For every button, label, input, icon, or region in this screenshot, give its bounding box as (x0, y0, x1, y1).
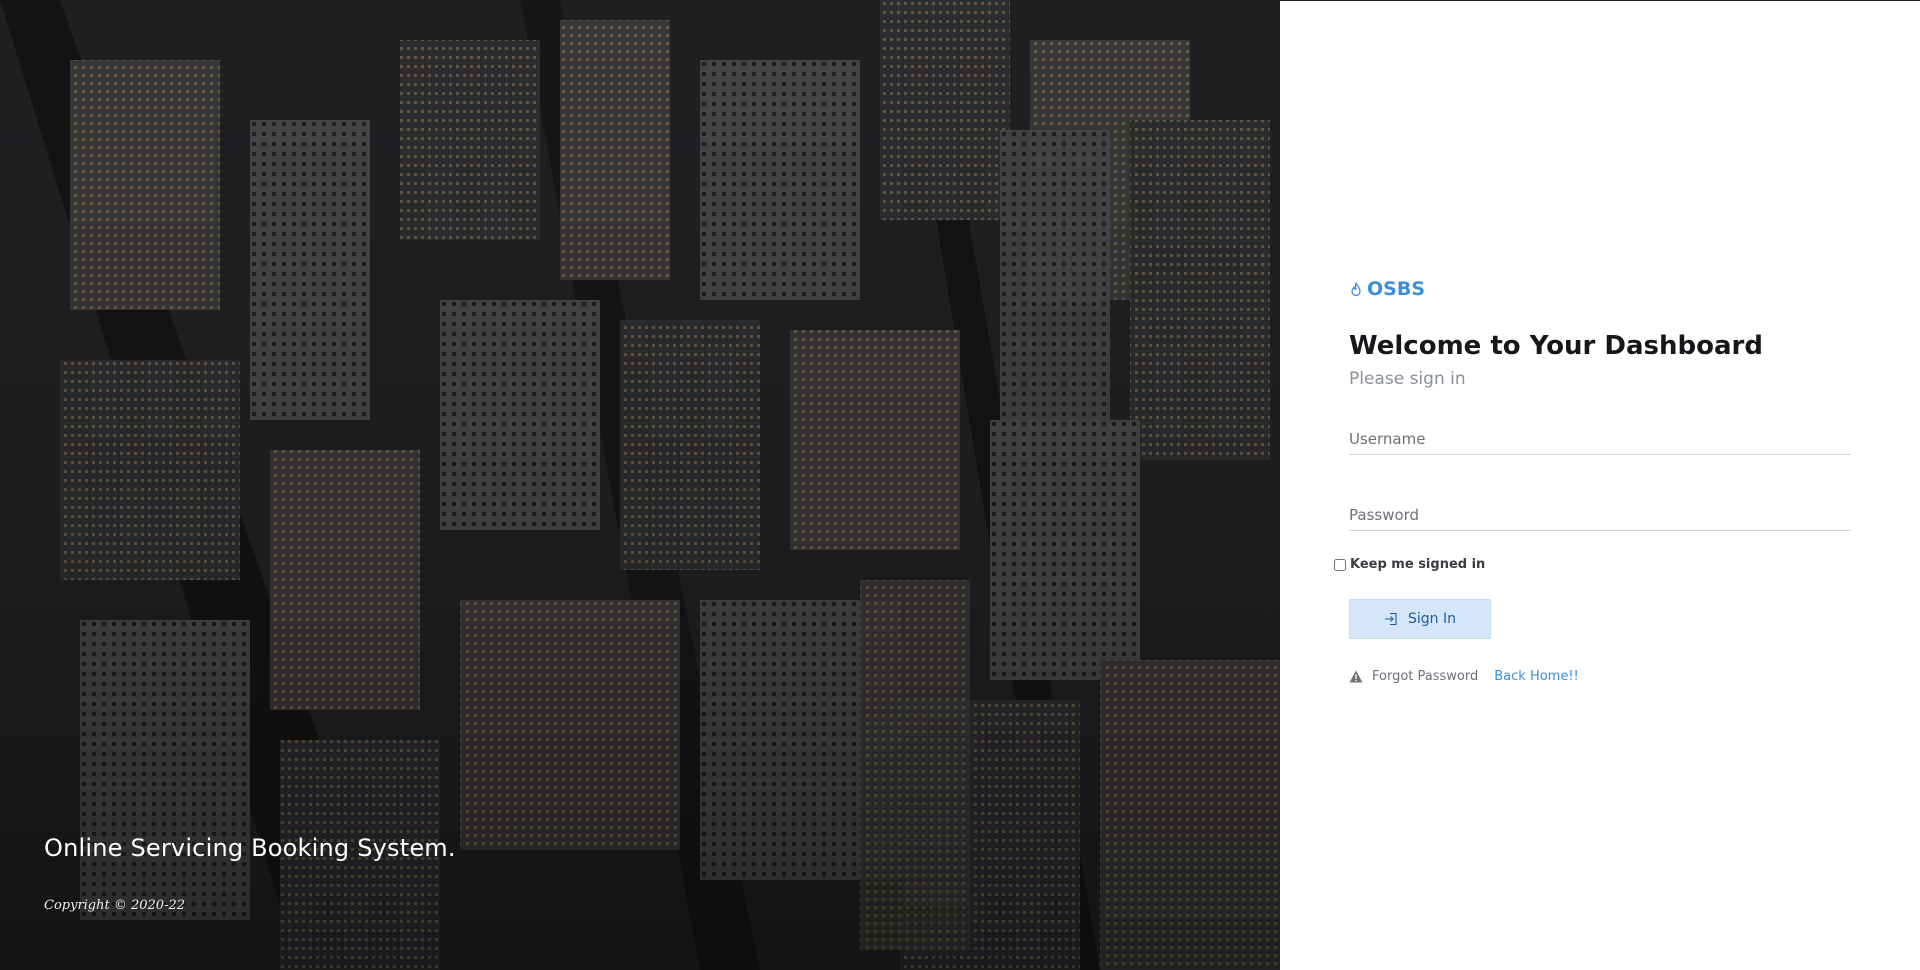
hero-panel: Online Servicing Booking System. Copyrig… (0, 0, 1280, 970)
login-form: OSBS Welcome to Your Dashboard Please si… (1334, 277, 1851, 684)
brand-logo: OSBS (1349, 277, 1851, 301)
remember-label: Keep me signed in (1350, 557, 1486, 572)
auth-links: Forgot Password Back Home!! (1349, 669, 1579, 684)
hero-copyright: Copyright © 2020-22 (44, 898, 186, 913)
username-input[interactable] (1349, 425, 1851, 453)
page-title: Welcome to Your Dashboard (1349, 331, 1763, 361)
remember-me[interactable]: Keep me signed in (1334, 557, 1485, 572)
sign-in-button[interactable]: Sign In (1349, 599, 1491, 639)
forgot-password-link[interactable]: Forgot Password (1372, 669, 1478, 684)
login-page: Online Servicing Booking System. Copyrig… (0, 0, 1920, 970)
password-input[interactable] (1349, 501, 1851, 529)
fire-icon (1349, 281, 1363, 297)
warning-icon (1349, 670, 1363, 683)
remember-checkbox[interactable] (1334, 558, 1346, 571)
hero-tagline: Online Servicing Booking System. (44, 834, 456, 862)
sign-in-icon (1384, 612, 1398, 626)
hero-caption: Online Servicing Booking System. Copyrig… (44, 834, 456, 913)
password-field-wrap (1349, 501, 1851, 531)
back-home-link[interactable]: Back Home!! (1494, 669, 1579, 684)
page-subtitle: Please sign in (1349, 369, 1466, 389)
sign-in-label: Sign In (1408, 611, 1456, 627)
hero-overlay (0, 0, 1280, 970)
username-field-wrap (1349, 425, 1851, 455)
login-panel: OSBS Welcome to Your Dashboard Please si… (1280, 0, 1920, 970)
brand-name: OSBS (1367, 278, 1426, 300)
